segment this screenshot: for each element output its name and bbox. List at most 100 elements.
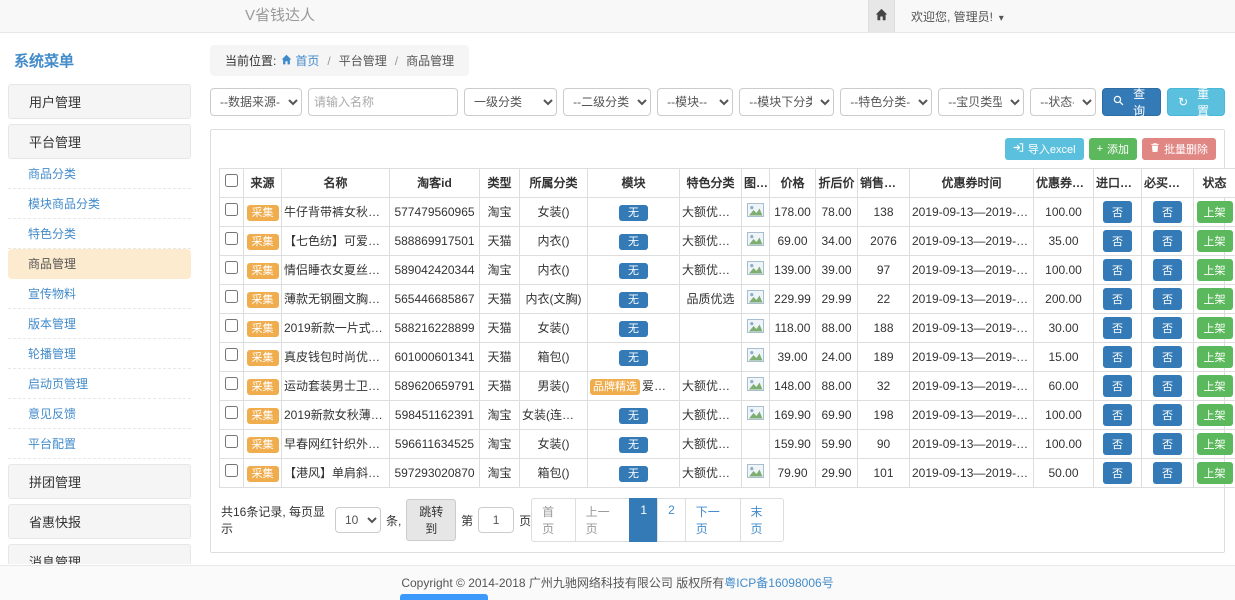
row-checkbox[interactable] xyxy=(225,203,238,216)
breadcrumb-item[interactable]: 平台管理 xyxy=(339,52,387,69)
row-checkbox[interactable] xyxy=(225,406,238,419)
batch-delete-button[interactable]: 批量删除 xyxy=(1142,138,1216,160)
source-cell: 采集 xyxy=(244,372,282,401)
status-toggle[interactable]: 上架 xyxy=(1197,230,1233,252)
reset-button[interactable]: ↻ 重置 xyxy=(1167,88,1225,116)
import-optional-toggle[interactable]: 否 xyxy=(1103,288,1132,310)
icon-cell xyxy=(742,227,770,256)
sidebar-item-版本管理[interactable]: 版本管理 xyxy=(8,309,191,339)
import-optional-toggle[interactable]: 否 xyxy=(1103,259,1132,281)
per-page-select[interactable]: 10 xyxy=(335,507,381,533)
level2-category-select[interactable]: --二级分类-- xyxy=(563,88,651,116)
module-none-badge: 无 xyxy=(619,263,648,279)
import-excel-button[interactable]: 导入excel xyxy=(1005,138,1084,160)
must-buy-toggle[interactable]: 否 xyxy=(1153,346,1182,368)
sidebar-item-用户管理[interactable]: 用户管理 xyxy=(8,84,191,119)
row-checkbox[interactable] xyxy=(225,319,238,332)
sidebar-item-启动页管理[interactable]: 启动页管理 xyxy=(8,369,191,399)
must-buy-toggle[interactable]: 否 xyxy=(1153,288,1182,310)
column-header-价格: 价格 xyxy=(770,169,816,198)
coupon-amount-cell: 50.00 xyxy=(1034,459,1094,488)
status-toggle[interactable]: 上架 xyxy=(1197,375,1233,397)
sales-count-cell: 188 xyxy=(858,314,910,343)
row-checkbox[interactable] xyxy=(225,464,238,477)
icp-link[interactable]: 粤ICP备16098006号 xyxy=(724,576,833,590)
sidebar-item-轮播管理[interactable]: 轮播管理 xyxy=(8,339,191,369)
item-type-select[interactable]: --宝贝类型-- xyxy=(938,88,1024,116)
must-buy-toggle[interactable]: 否 xyxy=(1153,433,1182,455)
sidebar-item-特色分类[interactable]: 特色分类 xyxy=(8,219,191,249)
sidebar-item-消息管理[interactable]: 消息管理 xyxy=(8,544,191,564)
import-optional-toggle[interactable]: 否 xyxy=(1103,462,1132,484)
must-buy-toggle[interactable]: 否 xyxy=(1153,375,1182,397)
name-search-input[interactable] xyxy=(308,88,458,116)
query-button[interactable]: 查询 xyxy=(1102,88,1161,116)
pager-item-2[interactable]: 2 xyxy=(657,498,686,542)
home-button[interactable] xyxy=(868,0,895,32)
sidebar: 系统菜单 用户管理平台管理商品分类模块商品分类特色分类商品管理宣传物料版本管理轮… xyxy=(8,33,191,564)
row-checkbox[interactable] xyxy=(225,435,238,448)
type-cell: 淘宝 xyxy=(480,401,520,430)
sidebar-item-商品管理[interactable]: 商品管理 xyxy=(8,249,191,279)
must-buy-toggle[interactable]: 否 xyxy=(1153,230,1182,252)
import-optional-toggle[interactable]: 否 xyxy=(1103,375,1132,397)
must-buy-toggle[interactable]: 否 xyxy=(1153,462,1182,484)
row-checkbox[interactable] xyxy=(225,290,238,303)
user-menu[interactable]: 欢迎您, 管理员! ▾ xyxy=(911,8,1004,25)
jump-button[interactable]: 跳转到 xyxy=(406,499,456,541)
coupon-amount-cell: 60.00 xyxy=(1034,372,1094,401)
module-select[interactable]: --模块-- xyxy=(657,88,733,116)
select-all-checkbox[interactable] xyxy=(225,174,238,187)
import-optional-cell: 否 xyxy=(1094,227,1142,256)
sidebar-item-平台配置[interactable]: 平台配置 xyxy=(8,429,191,459)
level1-category-select[interactable]: 一级分类 xyxy=(464,88,557,116)
sidebar-item-平台管理[interactable]: 平台管理 xyxy=(8,124,191,159)
module-none-badge: 无 xyxy=(619,205,648,221)
must-buy-cell: 否 xyxy=(1142,459,1194,488)
sidebar-item-商品分类[interactable]: 商品分类 xyxy=(8,159,191,189)
module-none-badge: 无 xyxy=(619,437,648,453)
source-cell: 采集 xyxy=(244,459,282,488)
breadcrumb-home-link[interactable]: 首页 xyxy=(281,52,319,69)
row-checkbox[interactable] xyxy=(225,377,238,390)
must-buy-toggle[interactable]: 否 xyxy=(1153,317,1182,339)
status-toggle[interactable]: 上架 xyxy=(1197,288,1233,310)
status-select[interactable]: --状态-- xyxy=(1030,88,1096,116)
product-image-icon xyxy=(747,464,764,478)
sidebar-item-模块商品分类[interactable]: 模块商品分类 xyxy=(8,189,191,219)
sidebar-item-省惠快报[interactable]: 省惠快报 xyxy=(8,504,191,539)
status-toggle[interactable]: 上架 xyxy=(1197,433,1233,455)
pager-item-下一页[interactable]: 下一页 xyxy=(685,498,741,542)
must-buy-toggle[interactable]: 否 xyxy=(1153,259,1182,281)
status-toggle[interactable]: 上架 xyxy=(1197,404,1233,426)
status-cell: 上架 xyxy=(1194,372,1235,401)
import-optional-toggle[interactable]: 否 xyxy=(1103,404,1132,426)
price-cell: 178.00 xyxy=(770,198,816,227)
jump-page-input[interactable] xyxy=(478,507,514,533)
import-optional-toggle[interactable]: 否 xyxy=(1103,433,1132,455)
row-checkbox[interactable] xyxy=(225,348,238,361)
status-toggle[interactable]: 上架 xyxy=(1197,346,1233,368)
sales-count-cell: 2076 xyxy=(858,227,910,256)
pager-item-末页[interactable]: 末页 xyxy=(740,498,785,542)
import-optional-toggle[interactable]: 否 xyxy=(1103,317,1132,339)
module-sub-category-select[interactable]: --模块下分类-- xyxy=(739,88,834,116)
sidebar-item-拼团管理[interactable]: 拼团管理 xyxy=(8,464,191,499)
data-source-select[interactable]: --数据来源-- xyxy=(210,88,302,116)
add-button[interactable]: + 添加 xyxy=(1089,138,1137,160)
table-row: 采集情侣睡衣女夏丝绸男士...589042420344淘宝内衣()无大额优惠券1… xyxy=(220,256,1235,285)
import-optional-toggle[interactable]: 否 xyxy=(1103,346,1132,368)
status-toggle[interactable]: 上架 xyxy=(1197,201,1233,223)
sidebar-item-意见反馈[interactable]: 意见反馈 xyxy=(8,399,191,429)
import-optional-toggle[interactable]: 否 xyxy=(1103,201,1132,223)
feature-category-select[interactable]: --特色分类-- xyxy=(840,88,932,116)
import-optional-toggle[interactable]: 否 xyxy=(1103,230,1132,252)
status-toggle[interactable]: 上架 xyxy=(1197,462,1233,484)
status-toggle[interactable]: 上架 xyxy=(1197,317,1233,339)
status-toggle[interactable]: 上架 xyxy=(1197,259,1233,281)
row-checkbox[interactable] xyxy=(225,261,238,274)
row-checkbox[interactable] xyxy=(225,232,238,245)
must-buy-toggle[interactable]: 否 xyxy=(1153,404,1182,426)
sidebar-item-宣传物料[interactable]: 宣传物料 xyxy=(8,279,191,309)
must-buy-toggle[interactable]: 否 xyxy=(1153,201,1182,223)
